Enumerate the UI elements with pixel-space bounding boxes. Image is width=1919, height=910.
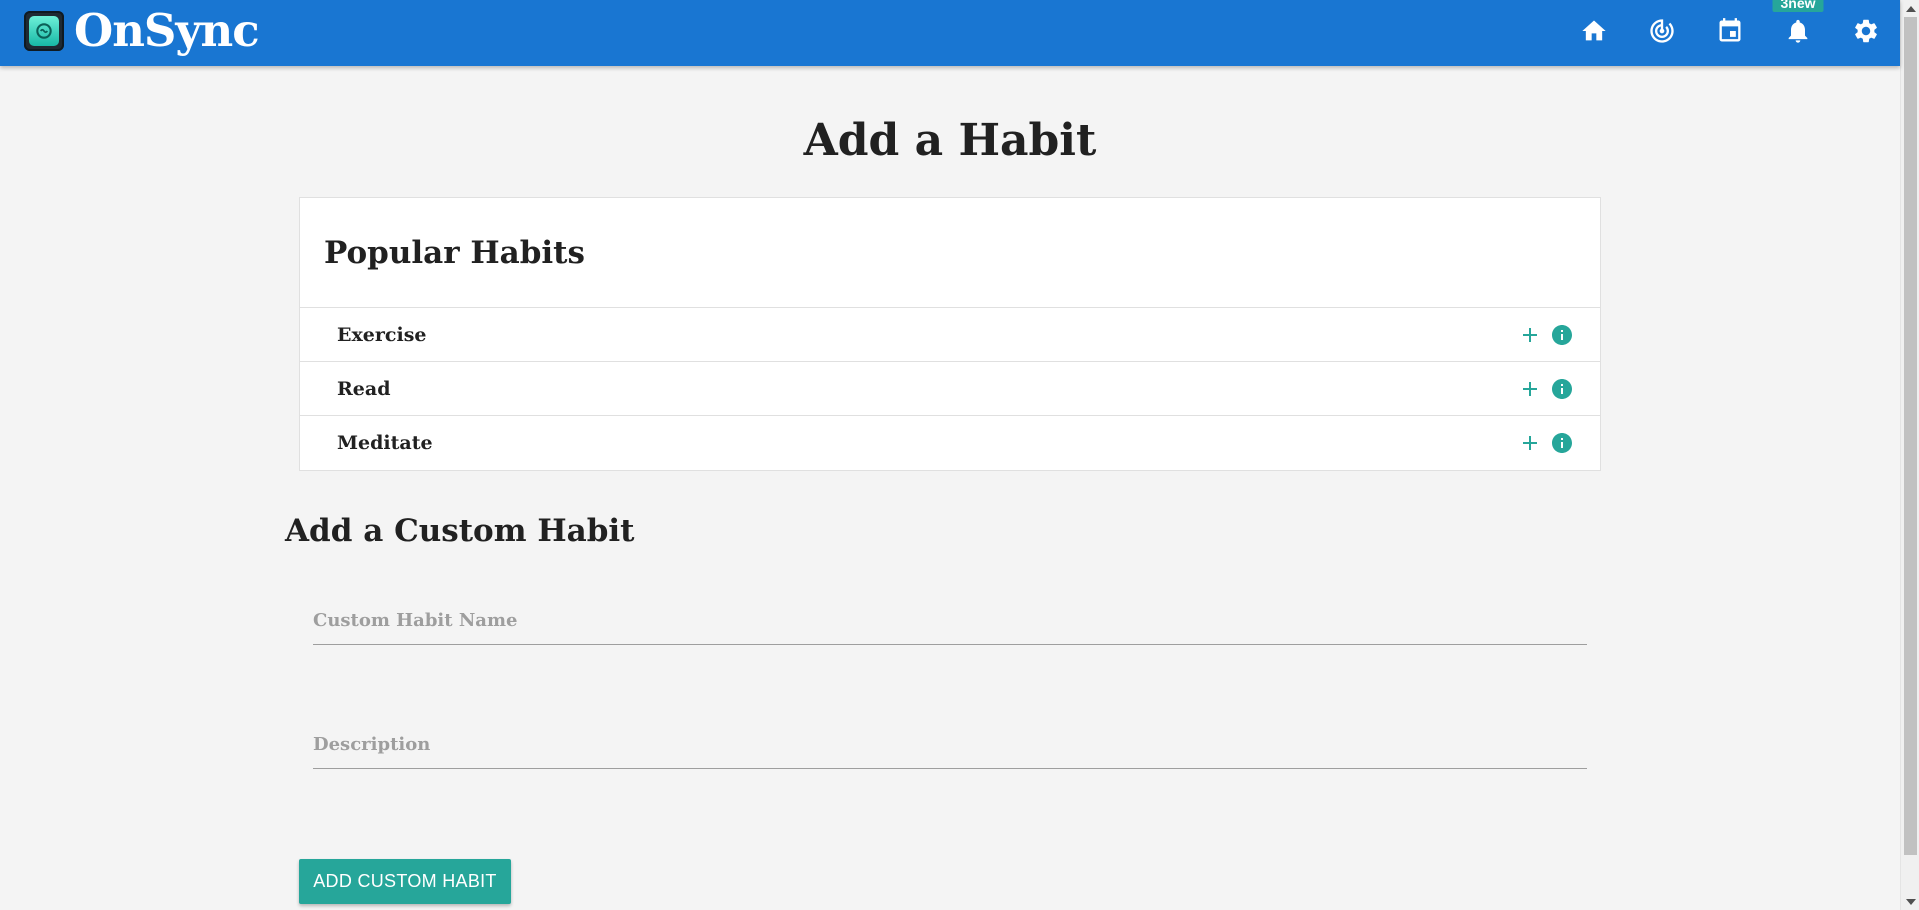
habit-item-exercise: Exercise (300, 308, 1600, 362)
calendar-icon (1716, 17, 1744, 49)
habit-item-meditate: Meditate (300, 416, 1600, 470)
add-icon (1523, 436, 1537, 450)
habit-actions (1518, 377, 1574, 401)
page-title: Add a Habit (803, 115, 1097, 166)
nav-calendar-button[interactable] (1696, 0, 1764, 66)
info-icon (1552, 324, 1572, 345)
add-habit-button[interactable] (1518, 323, 1542, 347)
habit-info-button[interactable] (1550, 431, 1574, 455)
add-custom-habit-button[interactable]: ADD CUSTOM HABIT (299, 859, 511, 904)
info-icon (1552, 378, 1572, 399)
custom-habit-name-input[interactable] (313, 597, 1587, 645)
scroll-down-button[interactable] (1901, 893, 1919, 910)
info-icon (1552, 433, 1572, 453)
habit-info-button[interactable] (1550, 323, 1574, 347)
custom-habit-name-field (313, 597, 1587, 645)
scroll-up-arrow-icon (1905, 5, 1916, 12)
top-navbar: OnSync 3new (0, 0, 1900, 66)
onsync-logo-icon (24, 10, 64, 51)
scroll-thumb[interactable] (1904, 17, 1917, 855)
brand-logo-link[interactable]: OnSync (24, 4, 260, 57)
description-input[interactable] (313, 721, 1587, 769)
settings-icon (1852, 17, 1880, 49)
habit-actions (1518, 323, 1574, 347)
add-icon (1523, 327, 1537, 342)
nav-home-button[interactable] (1560, 0, 1628, 66)
add-habit-button[interactable] (1518, 431, 1542, 455)
popular-habits-list: Popular Habits Exercise Read Meditate (299, 197, 1601, 471)
nav-settings-button[interactable] (1832, 0, 1900, 66)
popular-habits-header: Popular Habits (300, 198, 1600, 308)
popular-habits-heading: Popular Habits (324, 234, 585, 271)
home-icon (1580, 17, 1608, 49)
add-habit-button[interactable] (1518, 377, 1542, 401)
nav-notifications-button[interactable]: 3new (1764, 0, 1832, 66)
nav-icon-group: 3new (1560, 0, 1900, 66)
scroll-down-arrow-icon (1905, 898, 1916, 905)
habit-actions (1518, 431, 1574, 455)
notifications-icon (1784, 17, 1812, 49)
track-changes-icon (1648, 17, 1676, 49)
notification-badge: 3new (1772, 0, 1824, 12)
habit-label: Meditate (337, 432, 433, 454)
habit-label: Read (337, 377, 391, 400)
nav-track-button[interactable] (1628, 0, 1696, 66)
add-icon (1523, 381, 1537, 396)
brand-name: OnSync (74, 4, 260, 57)
description-field (313, 721, 1587, 769)
habit-item-read: Read (300, 362, 1600, 416)
custom-habit-heading: Add a Custom Habit (285, 513, 635, 549)
scroll-up-button[interactable] (1901, 0, 1919, 17)
habit-info-button[interactable] (1550, 377, 1574, 401)
vertical-scrollbar[interactable] (1900, 0, 1919, 910)
habit-label: Exercise (337, 323, 427, 346)
